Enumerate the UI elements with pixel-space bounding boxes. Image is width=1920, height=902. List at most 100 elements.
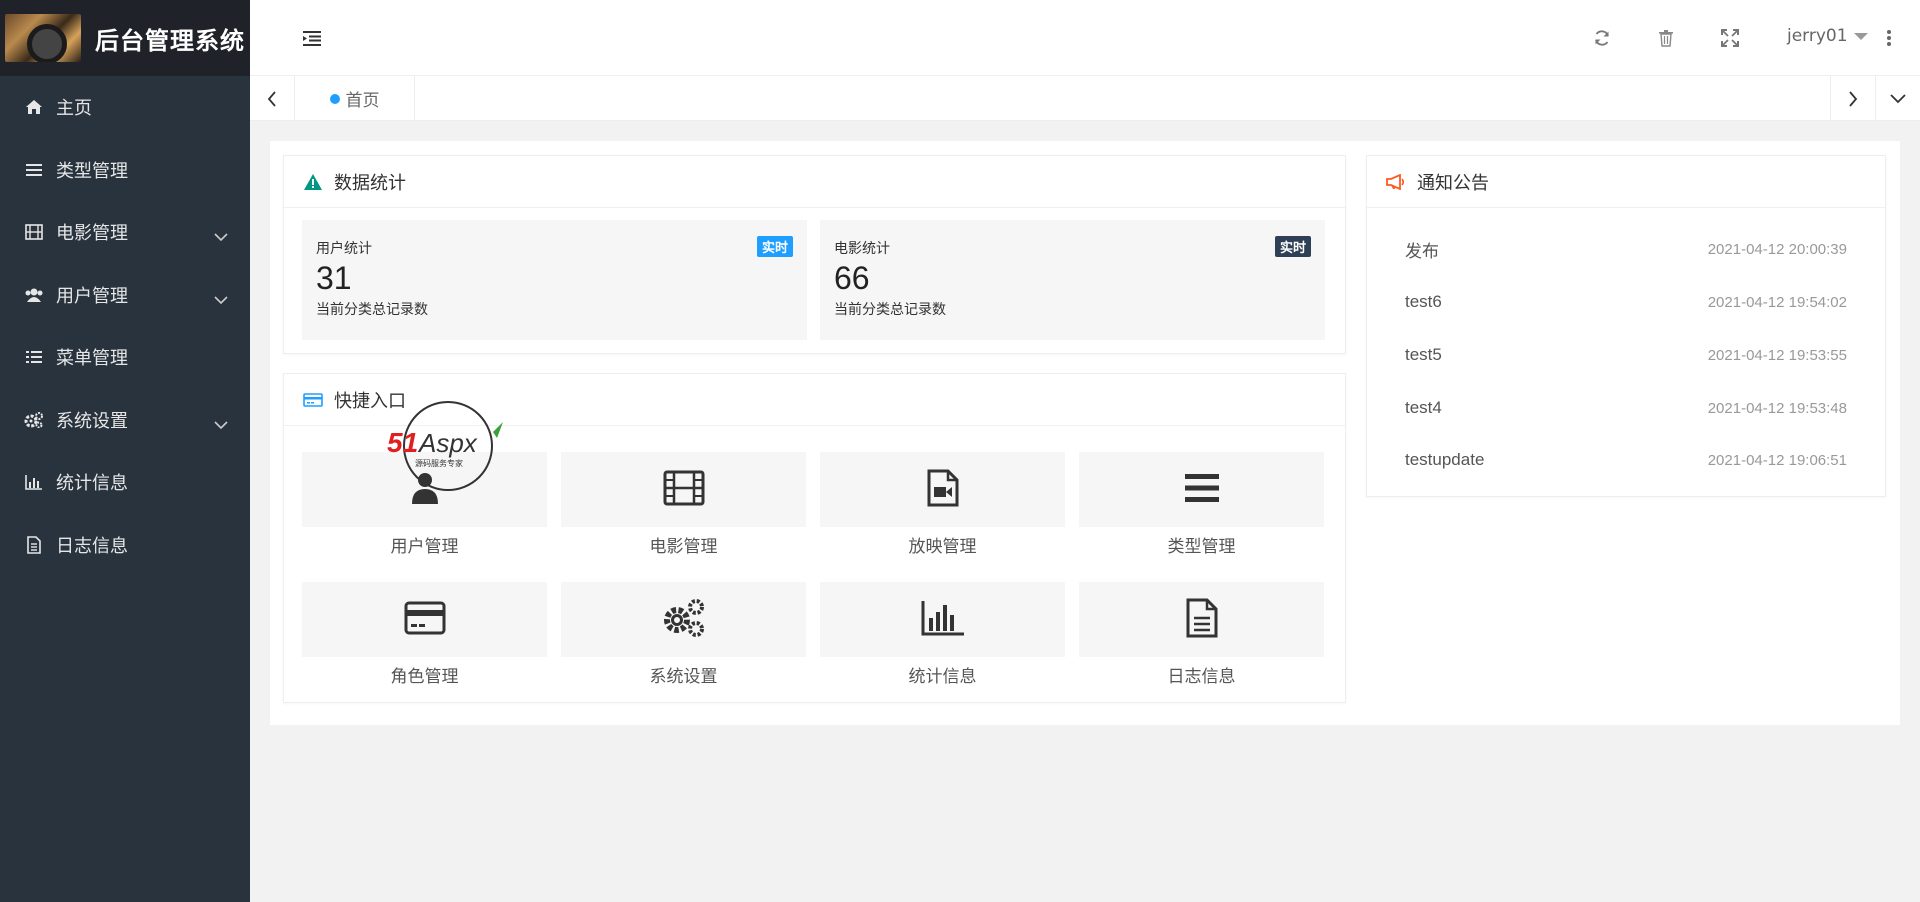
sidebar-menu: 主页 类型管理 电影管理 用户管理 菜单管理 系统设置 统计信息 日志信息 [0,76,250,576]
quick-entry-icon-area [820,582,1065,657]
warning-icon [302,172,324,192]
sidebar-item-label: 类型管理 [56,160,128,182]
quick-entry-icon-area [820,452,1065,527]
sidebar-toggle-icon[interactable] [302,28,322,48]
notice-title: test5 [1405,345,1442,364]
cogs-icon [662,598,706,642]
quick-entry-movie-management[interactable]: 电影管理 [561,452,806,559]
bars-icon [24,161,44,179]
credit-card-icon [302,390,324,410]
chevron-down-icon [214,226,228,247]
sidebar-item-label: 用户管理 [56,285,128,307]
quick-entry-label: 用户管理 [390,537,459,557]
tab-bar: 首页 [250,76,1920,121]
fullscreen-icon[interactable] [1718,26,1742,50]
status-badge: 实时 [756,236,793,257]
tab-scroll-left-icon[interactable] [250,76,295,121]
tab-scroll-right-icon[interactable] [1830,76,1875,121]
notice-time: 2021-04-12 20:00:39 [1707,240,1847,258]
sidebar-item-type-management[interactable]: 类型管理 [0,139,250,202]
card-title: 通知公告 [1417,172,1489,194]
quick-entry-logs[interactable]: 日志信息 [1079,582,1324,689]
sidebar-item-user-management[interactable]: 用户管理 [0,264,250,327]
app-title: 后台管理系统 [95,26,245,55]
sidebar-item-label: 系统设置 [56,410,128,432]
notice-time: 2021-04-12 19:54:02 [1707,293,1847,311]
tab-label: 首页 [345,91,380,111]
quick-entry-role-management[interactable]: 角色管理 [302,582,547,689]
quick-entry-statistics[interactable]: 统计信息 [820,582,1065,689]
more-vertical-icon[interactable] [1882,26,1896,50]
sidebar-item-statistics[interactable]: 统计信息 [0,451,250,514]
quick-entry-icon-area [1079,582,1324,657]
sidebar-item-label: 电影管理 [56,223,128,245]
stats-card: 数据统计 用户统计 31 当前分类总记录数 实时 电影统计 66 当前分类总记录… [283,155,1346,354]
refresh-icon[interactable] [1590,26,1614,50]
quick-entry-label: 类型管理 [1167,537,1236,557]
quick-entry-label: 角色管理 [390,667,459,687]
tab-home[interactable]: 首页 [295,76,415,121]
stat-box-users: 用户统计 31 当前分类总记录数 实时 [302,220,807,340]
sidebar-item-label: 统计信息 [56,473,128,495]
sidebar-item-logs[interactable]: 日志信息 [0,514,250,577]
watermark-text-51: 51 [387,427,418,458]
notice-title: 发布 [1405,241,1439,261]
stat-desc: 当前分类总记录数 [316,302,428,318]
user-menu[interactable]: jerry01 [1787,26,1868,46]
notice-title: testupdate [1405,450,1485,469]
notice-item[interactable]: testupdate 2021-04-12 19:06:51 [1405,440,1847,480]
sidebar-item-movie-management[interactable]: 电影管理 [0,201,250,264]
notice-item[interactable]: 发布 2021-04-12 20:00:39 [1405,229,1847,269]
stat-desc: 当前分类总记录数 [834,302,946,318]
quick-entry-label: 电影管理 [649,537,718,557]
file-text-icon [1186,598,1218,642]
username: jerry01 [1787,26,1848,46]
film-icon [24,223,44,241]
top-header: jerry01 [250,0,1920,76]
quick-entry-label: 统计信息 [908,667,977,687]
chevron-down-icon [214,414,228,435]
quick-entry-label: 系统设置 [649,667,718,687]
notice-title: test4 [1405,398,1442,417]
tab-options-chevron-down-icon[interactable] [1875,76,1920,121]
bar-chart-icon [24,473,44,491]
sidebar-item-label: 主页 [56,98,92,120]
watermark-logo: 51 Aspx 源码服务专家 [385,400,515,500]
notice-card: 通知公告 发布 2021-04-12 20:00:39 test6 2021-0… [1366,155,1886,497]
logo-image [5,14,81,62]
quick-entry-screening-management[interactable]: 放映管理 [820,452,1065,559]
notice-item[interactable]: test5 2021-04-12 19:53:55 [1405,335,1847,375]
watermark-subtext: 源码服务专家 [415,458,463,468]
quick-entry-icon-area [561,582,806,657]
notice-time: 2021-04-12 19:53:48 [1707,399,1847,417]
sidebar-item-home[interactable]: 主页 [0,76,250,139]
credit-card-icon [404,601,446,639]
sidebar-item-label: 日志信息 [56,535,128,557]
notice-item[interactable]: test6 2021-04-12 19:54:02 [1405,282,1847,322]
quick-entry-icon-area [302,582,547,657]
card-header: 数据统计 [284,156,1345,208]
sidebar-item-system-settings[interactable]: 系统设置 [0,389,250,452]
sidebar-item-label: 菜单管理 [56,348,128,370]
status-badge: 实时 [1274,236,1311,257]
notice-time: 2021-04-12 19:06:51 [1707,451,1847,469]
quick-entry-icon-area [561,452,806,527]
sidebar-item-menu-management[interactable]: 菜单管理 [0,326,250,389]
users-icon [24,286,44,304]
bar-chart-icon [921,600,965,640]
quick-entry-system-settings[interactable]: 系统设置 [561,582,806,689]
cogs-icon [24,411,44,429]
chevron-down-icon [214,289,228,310]
notice-item[interactable]: test4 2021-04-12 19:53:48 [1405,388,1847,428]
quick-entry-type-management[interactable]: 类型管理 [1079,452,1324,559]
bullhorn-icon [1385,172,1407,192]
quick-entry-label: 放映管理 [908,537,977,557]
home-icon [24,98,44,116]
trash-icon[interactable] [1654,26,1678,50]
file-video-icon [927,469,959,511]
logo[interactable]: 后台管理系统 [0,0,250,76]
file-text-icon [24,535,44,554]
stat-box-movies: 电影统计 66 当前分类总记录数 实时 [820,220,1325,340]
list-icon [24,348,44,366]
stat-value: 66 [834,260,870,296]
